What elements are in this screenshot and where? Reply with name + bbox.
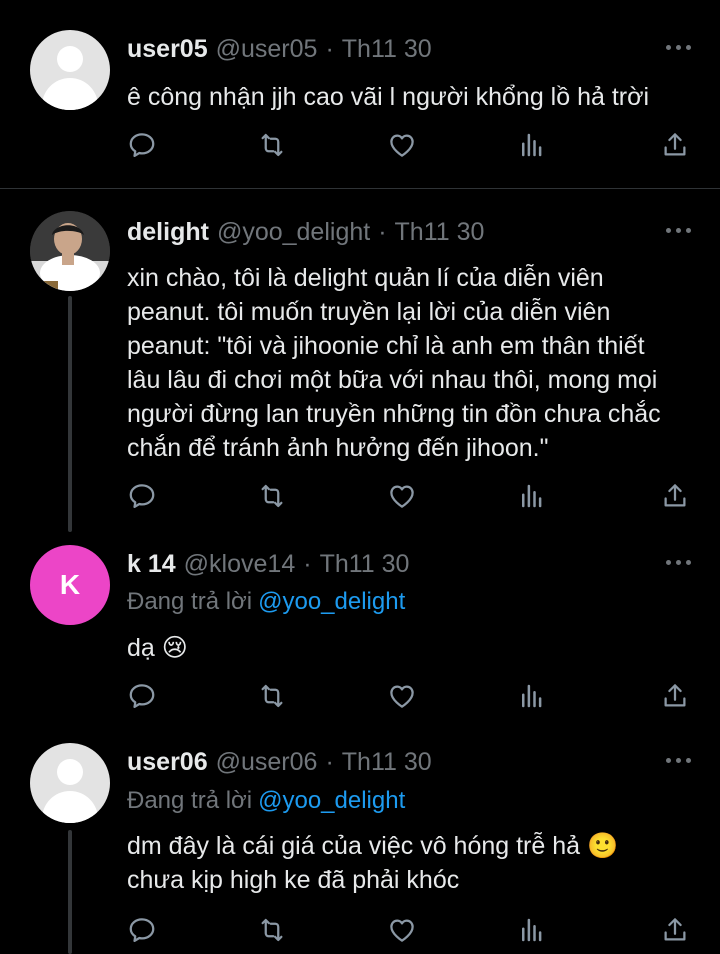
display-name[interactable]: user05 [127,35,208,63]
avatar-head-shape [57,46,83,72]
action-bar [127,481,697,515]
tweet-header: user06 @user06 · Th11 30 [127,747,432,777]
heart-icon[interactable] [387,915,421,949]
tweet-text: xin chào, tôi là delight quản lí của diễ… [127,261,697,465]
tweet-user06[interactable]: user06 @user06 · Th11 30 Đang trả lời @yoo_d… [0,729,720,954]
reply-icon[interactable] [127,130,161,164]
timestamp[interactable]: Th11 30 [395,218,485,246]
views-chart-icon[interactable] [517,681,551,715]
timestamp[interactable]: Th11 30 [342,748,432,776]
retweet-icon[interactable] [257,915,291,949]
replying-to-handle[interactable]: @yoo_delight [258,588,405,615]
handle[interactable]: @yoo_delight [217,218,370,246]
handle[interactable]: @user05 [216,35,318,63]
avatar-photo-image [30,211,110,291]
avatar-body-shape [42,791,98,823]
action-bar [127,130,697,164]
separator-dot: · [303,550,312,578]
tweet-user05[interactable]: user05 @user05 · Th11 30 ê công nhận jjh ca… [0,0,720,188]
replying-to-handle[interactable]: @yoo_delight [258,787,405,814]
tweet-text-line: chắn để tránh ảnh hưởng đến jihoon." [127,434,549,462]
reply-icon[interactable] [127,481,161,515]
separator-dot: · [378,218,387,246]
avatar[interactable] [30,211,110,291]
separator-dot: · [325,35,334,63]
action-bar [127,681,697,715]
action-bar [127,915,697,949]
avatar-head-shape [57,759,83,785]
separator-dot: · [325,748,334,776]
avatar-body-shape [42,78,98,110]
handle[interactable]: @user06 [216,748,318,776]
heart-icon[interactable] [387,481,421,515]
tweet-header: delight @yoo_delight · Th11 30 [127,217,484,247]
share-icon[interactable] [660,681,694,715]
tweet-text: dạ 😢 [127,631,697,665]
retweet-icon[interactable] [257,130,291,164]
share-icon[interactable] [660,481,694,515]
tweet-header: k 14 @klove14 · Th11 30 [127,549,409,579]
display-name[interactable]: k 14 [127,550,176,578]
timestamp[interactable]: Th11 30 [320,550,410,578]
more-dots-icon[interactable] [666,758,692,764]
tweet-text-line: dạ 😢 [127,634,188,662]
avatar[interactable]: K [30,545,110,625]
tweet-text-line: chưa kịp high ke đã phải khóc [127,866,460,894]
reply-icon[interactable] [127,915,161,949]
more-dots-icon[interactable] [666,228,692,234]
views-chart-icon[interactable] [517,130,551,164]
avatar[interactable] [30,30,110,110]
handle[interactable]: @klove14 [184,550,296,578]
avatar[interactable] [30,743,110,823]
more-dots-icon[interactable] [666,45,692,51]
share-icon[interactable] [660,130,694,164]
replying-to: Đang trả lời @yoo_delight [127,587,405,617]
replying-to: Đang trả lời @yoo_delight [127,786,405,816]
tweet-text-line: người đừng lan truyền những tin đồn chưa… [127,400,661,428]
tweet-text-line: peanut: "tôi và jihoonie chỉ là anh em t… [127,332,645,360]
tweet-text-line: xin chào, tôi là delight quản lí của diễ… [127,264,604,292]
tweet-text-line: dm đây là cái giá của việc vô hóng trễ h… [127,832,619,860]
display-name[interactable]: user06 [127,748,208,776]
replying-to-label: Đang trả lời [127,588,253,615]
views-chart-icon[interactable] [517,915,551,949]
tweet-delight[interactable]: delight @yoo_delight · Th11 30 xin chào, tô… [0,189,720,535]
tweet-text: ê công nhận jjh cao vãi l người khổng lồ… [127,80,697,114]
reply-icon[interactable] [127,681,161,715]
tweet-k14[interactable]: K k 14 @klove14 · Th11 30 Đang trả lời @yoo_… [0,535,720,729]
tweet-header: user05 @user05 · Th11 30 [127,34,432,64]
display-name[interactable]: delight [127,218,209,246]
share-icon[interactable] [660,915,694,949]
views-chart-icon[interactable] [517,481,551,515]
tweet-text-line: peanut. tôi muốn truyền lại lời của diễn… [127,298,611,326]
tweet-text-line: lâu lâu đi chơi một bữa với nhau thôi, m… [127,366,658,394]
heart-icon[interactable] [387,130,421,164]
tweet-text-line: ê công nhận jjh cao vãi l người khổng lồ… [127,83,650,111]
timestamp[interactable]: Th11 30 [342,35,432,63]
more-dots-icon[interactable] [666,560,692,566]
retweet-icon[interactable] [257,681,291,715]
tweet-text: dm đây là cái giá của việc vô hóng trễ h… [127,829,697,897]
replying-to-label: Đang trả lời [127,787,253,814]
retweet-icon[interactable] [257,481,291,515]
heart-icon[interactable] [387,681,421,715]
